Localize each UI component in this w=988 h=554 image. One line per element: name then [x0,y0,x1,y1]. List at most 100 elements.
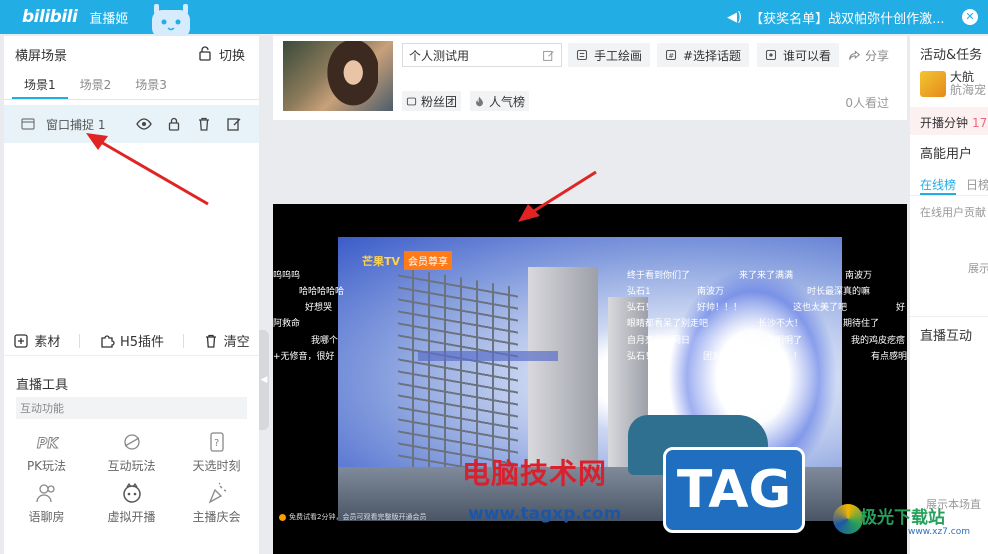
scene-actions: 素材 H5插件 清空 [4,326,259,356]
visibility-label: 谁可以看 [783,48,832,63]
tab-scene-2[interactable]: 场景2 [68,72,124,99]
topic-button[interactable]: # #选择话题 [657,43,750,67]
svg-text:PK: PK [37,436,59,452]
xz-watermark-text: 极光下载站 [860,508,945,528]
edit-icon [543,50,554,61]
clear-label: 清空 [223,335,250,350]
trash-icon[interactable] [196,116,212,132]
watermark-url: www.tagxp.com [468,504,622,524]
tool-lucky-draw[interactable]: ? 天选时刻 [174,431,259,474]
fan-group-button[interactable]: 粉丝团 [402,91,462,111]
tool-anchor-celebration[interactable]: 主播庆会 [174,482,259,525]
source-item-window-capture[interactable]: 窗口捕捉 1 [4,105,259,143]
plus-square-icon [14,333,29,348]
vip-dot-icon [279,513,286,521]
tab-daily[interactable]: 日榜 [966,176,988,195]
danmu-comment: 南波万 [697,287,725,297]
show-label[interactable]: 展示 [910,228,988,276]
pk-icon: PK [36,436,59,453]
puzzle-icon [101,334,115,348]
popularity-button[interactable]: 人气榜 [470,91,530,111]
trash-icon [205,334,216,348]
danmu-comment: 有点感明 [871,352,907,362]
activity-icon [920,71,946,97]
bilibili-logo: bilibili [22,7,78,27]
viewer-count: 0人看过 [845,96,889,110]
room-title-input[interactable]: 个人测试用 [402,43,562,67]
xz-watermark-url: www.xz7.com [908,527,970,537]
tool-pk[interactable]: PK PK玩法 [4,431,89,474]
collapse-panel-handle[interactable]: ◀ [259,330,269,430]
activity-sub: 航海宠 [950,83,987,97]
share-label: 分享 [865,49,890,63]
online-contrib-label: 在线用户贡献 [920,206,986,219]
h5-label: H5插件 [119,335,165,350]
danmu-comment: 来了来了满满 [739,271,794,281]
show-session-text: 展示本场直 [926,498,981,511]
danmu-comment: 长沙不大！ [758,319,804,329]
visibility-icon [765,49,777,61]
tool-label: 虚拟开播 [107,510,156,524]
scene-tabs: 场景1 场景2 场景3 [4,72,259,100]
popularity-label: 人气榜 [489,94,526,109]
trial-tip[interactable]: 免费试看2分钟，会员可观看完整版开通会员 [279,511,426,523]
video-logo: 芒果TV [362,255,401,268]
tool-label: PK玩法 [26,459,67,473]
tool-interactive-play[interactable]: 互动玩法 [89,431,174,474]
window-icon [21,118,35,130]
danmu-comment: 期待住了 [843,319,880,329]
danmu-comment: 南波万 [845,271,873,281]
clear-button[interactable]: 清空 [203,331,250,350]
announcement-ticker[interactable]: ◀) 【获奖名单】战双帕弥什创作激... [727,0,944,34]
category-button[interactable]: 手工绘画 [568,43,651,67]
stream-time-label: 开播分钟 [920,116,969,130]
mascot-icon [152,4,190,38]
live-preview-canvas[interactable]: 芒果TV 会员尊享 呜呜呜 哈哈哈哈哈 好想哭 阿救命 我哪个 +无修音，很好 … [273,204,907,554]
danmu-comment: 我哪个 [311,336,339,346]
add-material-button[interactable]: 素材 [13,331,60,350]
close-announcement-icon[interactable]: ✕ [962,9,978,25]
hashtag-icon: # [665,49,677,61]
announcement-text: 【获奖名单】战双帕弥什创作激... [750,11,945,27]
tool-label: 语聊房 [28,510,65,524]
avatar-face-icon [122,482,141,503]
edit-icon[interactable] [226,116,242,132]
svg-text:#: # [668,52,674,60]
visibility-button[interactable]: 谁可以看 [757,43,840,67]
tab-scene-1[interactable]: 场景1 [12,72,68,99]
share-icon [849,50,861,60]
h5-plugin-button[interactable]: H5插件 [99,331,164,350]
building [528,267,598,477]
danmu-comment: 阿救命 [273,319,301,329]
top-bar: bilibili 直播姬 ◀) 【获奖名单】战双帕弥什创作激... ✕ [0,0,988,38]
switch-orientation-button[interactable]: 切换 [197,45,245,64]
activity-item[interactable]: 大航 航海宠 [910,71,988,97]
tool-label: 互动玩法 [107,459,156,473]
category-icon [576,49,588,61]
lock-icon[interactable] [166,116,182,132]
tag-watermark-logo: TAG [663,447,805,533]
tab-scene-3[interactable]: 场景3 [123,72,179,99]
divider [79,333,81,348]
tool-voice-room[interactable]: 语聊房 [4,482,89,525]
svg-text:?: ? [214,438,219,449]
room-info-bar: 个人测试用 手工绘画 # #选择话题 谁可以看 分享 粉丝团 人气榜 0人看过 [273,36,907,120]
share-button[interactable]: 分享 [848,47,889,64]
users-icon [35,484,55,503]
danmu-comment: 弘石1 [627,287,651,297]
fan-group-icon [406,97,417,105]
tab-online[interactable]: 在线榜 [920,176,957,195]
danmu-comment: 团友多多，都在这误！！ [703,352,803,362]
switch-label: 切换 [218,48,245,64]
topic-label: #选择话题 [683,48,742,63]
eye-icon[interactable] [136,116,152,132]
danmu-comment: +无修音，很好 [273,352,335,362]
danmu-comment: 好想哭 [305,303,333,313]
tool-virtual-live[interactable]: 虚拟开播 [89,482,174,525]
room-cover-thumbnail[interactable] [283,41,393,111]
activities-title: 活动&任务 [920,48,983,63]
danmu-comment: 呜呜呜 [273,271,301,281]
danmu-comment: 眼睛都看呆了别走吧 [627,319,709,329]
danmu-comment: 我的鸡皮疙瘩 [851,336,906,346]
rank-tabs: 在线榜 日榜 [910,170,988,196]
